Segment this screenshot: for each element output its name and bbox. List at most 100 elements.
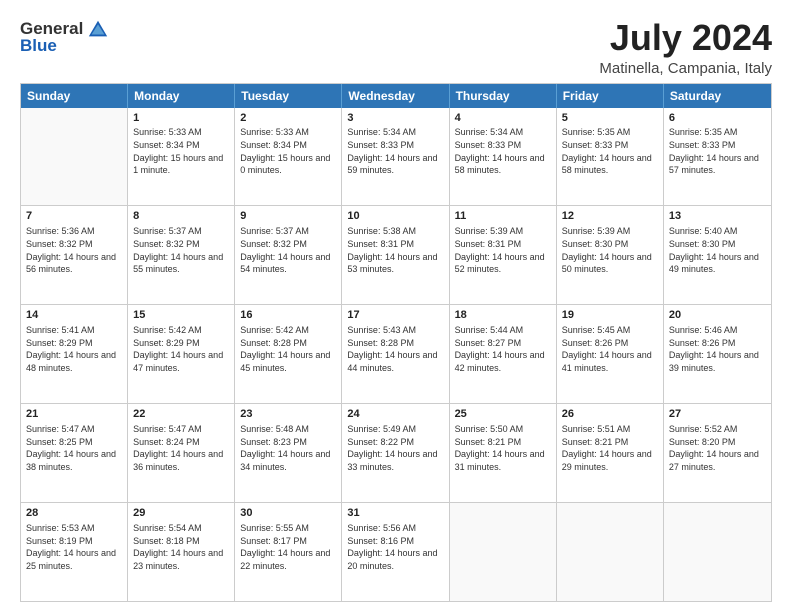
- day-number: 21: [26, 407, 122, 422]
- empty-cell-4-4: [450, 503, 557, 601]
- day-number: 1: [133, 111, 229, 126]
- day-info: Sunrise: 5:53 AM Sunset: 8:19 PM Dayligh…: [26, 522, 122, 572]
- day-number: 25: [455, 407, 551, 422]
- day-cell-9: 9Sunrise: 5:37 AM Sunset: 8:32 PM Daylig…: [235, 206, 342, 304]
- day-number: 3: [347, 111, 443, 126]
- calendar-header: SundayMondayTuesdayWednesdayThursdayFrid…: [21, 84, 771, 108]
- day-info: Sunrise: 5:39 AM Sunset: 8:31 PM Dayligh…: [455, 225, 551, 275]
- day-info: Sunrise: 5:45 AM Sunset: 8:26 PM Dayligh…: [562, 324, 658, 374]
- day-cell-14: 14Sunrise: 5:41 AM Sunset: 8:29 PM Dayli…: [21, 305, 128, 403]
- day-cell-26: 26Sunrise: 5:51 AM Sunset: 8:21 PM Dayli…: [557, 404, 664, 502]
- day-info: Sunrise: 5:48 AM Sunset: 8:23 PM Dayligh…: [240, 423, 336, 473]
- month-title: July 2024: [599, 18, 772, 58]
- day-cell-12: 12Sunrise: 5:39 AM Sunset: 8:30 PM Dayli…: [557, 206, 664, 304]
- day-cell-11: 11Sunrise: 5:39 AM Sunset: 8:31 PM Dayli…: [450, 206, 557, 304]
- day-info: Sunrise: 5:51 AM Sunset: 8:21 PM Dayligh…: [562, 423, 658, 473]
- day-number: 23: [240, 407, 336, 422]
- day-info: Sunrise: 5:37 AM Sunset: 8:32 PM Dayligh…: [133, 225, 229, 275]
- day-cell-16: 16Sunrise: 5:42 AM Sunset: 8:28 PM Dayli…: [235, 305, 342, 403]
- day-cell-28: 28Sunrise: 5:53 AM Sunset: 8:19 PM Dayli…: [21, 503, 128, 601]
- day-number: 12: [562, 209, 658, 224]
- day-number: 28: [26, 506, 122, 521]
- day-number: 18: [455, 308, 551, 323]
- day-info: Sunrise: 5:41 AM Sunset: 8:29 PM Dayligh…: [26, 324, 122, 374]
- day-number: 24: [347, 407, 443, 422]
- day-info: Sunrise: 5:46 AM Sunset: 8:26 PM Dayligh…: [669, 324, 766, 374]
- calendar-row-3: 21Sunrise: 5:47 AM Sunset: 8:25 PM Dayli…: [21, 403, 771, 502]
- weekday-header-friday: Friday: [557, 84, 664, 108]
- day-number: 22: [133, 407, 229, 422]
- day-number: 30: [240, 506, 336, 521]
- logo-blue: Blue: [20, 36, 57, 56]
- day-number: 2: [240, 111, 336, 126]
- day-info: Sunrise: 5:38 AM Sunset: 8:31 PM Dayligh…: [347, 225, 443, 275]
- day-number: 15: [133, 308, 229, 323]
- day-info: Sunrise: 5:56 AM Sunset: 8:16 PM Dayligh…: [347, 522, 443, 572]
- day-number: 9: [240, 209, 336, 224]
- title-block: July 2024 Matinella, Campania, Italy: [599, 18, 772, 77]
- day-cell-10: 10Sunrise: 5:38 AM Sunset: 8:31 PM Dayli…: [342, 206, 449, 304]
- logo: General Blue: [20, 18, 109, 56]
- day-number: 17: [347, 308, 443, 323]
- weekday-header-thursday: Thursday: [450, 84, 557, 108]
- weekday-header-wednesday: Wednesday: [342, 84, 449, 108]
- day-cell-2: 2Sunrise: 5:33 AM Sunset: 8:34 PM Daylig…: [235, 108, 342, 206]
- location: Matinella, Campania, Italy: [599, 60, 772, 77]
- day-number: 29: [133, 506, 229, 521]
- day-cell-19: 19Sunrise: 5:45 AM Sunset: 8:26 PM Dayli…: [557, 305, 664, 403]
- day-cell-4: 4Sunrise: 5:34 AM Sunset: 8:33 PM Daylig…: [450, 108, 557, 206]
- day-number: 14: [26, 308, 122, 323]
- weekday-header-sunday: Sunday: [21, 84, 128, 108]
- day-number: 13: [669, 209, 766, 224]
- day-info: Sunrise: 5:34 AM Sunset: 8:33 PM Dayligh…: [347, 126, 443, 176]
- empty-cell-0-0: [21, 108, 128, 206]
- day-cell-3: 3Sunrise: 5:34 AM Sunset: 8:33 PM Daylig…: [342, 108, 449, 206]
- day-number: 10: [347, 209, 443, 224]
- day-number: 26: [562, 407, 658, 422]
- day-number: 11: [455, 209, 551, 224]
- empty-cell-4-6: [664, 503, 771, 601]
- day-info: Sunrise: 5:52 AM Sunset: 8:20 PM Dayligh…: [669, 423, 766, 473]
- day-cell-6: 6Sunrise: 5:35 AM Sunset: 8:33 PM Daylig…: [664, 108, 771, 206]
- day-info: Sunrise: 5:34 AM Sunset: 8:33 PM Dayligh…: [455, 126, 551, 176]
- calendar: SundayMondayTuesdayWednesdayThursdayFrid…: [20, 83, 772, 602]
- day-info: Sunrise: 5:37 AM Sunset: 8:32 PM Dayligh…: [240, 225, 336, 275]
- logo-icon: [87, 18, 109, 40]
- day-number: 31: [347, 506, 443, 521]
- calendar-row-0: 1 Sunrise: 5:33 AM Sunset: 8:34 PM Daylig…: [21, 108, 771, 206]
- day-cell-21: 21Sunrise: 5:47 AM Sunset: 8:25 PM Dayli…: [21, 404, 128, 502]
- day-info: Sunrise: 5:47 AM Sunset: 8:24 PM Dayligh…: [133, 423, 229, 473]
- day-info: Sunrise: 5:55 AM Sunset: 8:17 PM Dayligh…: [240, 522, 336, 572]
- day-cell-23: 23Sunrise: 5:48 AM Sunset: 8:23 PM Dayli…: [235, 404, 342, 502]
- header: General Blue July 2024 Matinella, Campan…: [20, 18, 772, 77]
- day-cell-13: 13Sunrise: 5:40 AM Sunset: 8:30 PM Dayli…: [664, 206, 771, 304]
- day-cell-17: 17Sunrise: 5:43 AM Sunset: 8:28 PM Dayli…: [342, 305, 449, 403]
- day-info: Sunrise: 5:50 AM Sunset: 8:21 PM Dayligh…: [455, 423, 551, 473]
- day-number: 6: [669, 111, 766, 126]
- day-info: Sunrise: 5:42 AM Sunset: 8:28 PM Dayligh…: [240, 324, 336, 374]
- day-info: Sunrise: 5:36 AM Sunset: 8:32 PM Dayligh…: [26, 225, 122, 275]
- day-cell-7: 7Sunrise: 5:36 AM Sunset: 8:32 PM Daylig…: [21, 206, 128, 304]
- day-number: 8: [133, 209, 229, 224]
- day-info: Sunrise: 5:47 AM Sunset: 8:25 PM Dayligh…: [26, 423, 122, 473]
- day-cell-30: 30Sunrise: 5:55 AM Sunset: 8:17 PM Dayli…: [235, 503, 342, 601]
- weekday-header-saturday: Saturday: [664, 84, 771, 108]
- day-number: 4: [455, 111, 551, 126]
- day-info: Sunrise: 5:33 AM Sunset: 8:34 PM Dayligh…: [240, 126, 336, 176]
- day-info: Sunrise: 5:40 AM Sunset: 8:30 PM Dayligh…: [669, 225, 766, 275]
- day-info: Sunrise: 5:43 AM Sunset: 8:28 PM Dayligh…: [347, 324, 443, 374]
- day-cell-20: 20Sunrise: 5:46 AM Sunset: 8:26 PM Dayli…: [664, 305, 771, 403]
- day-info: Sunrise: 5:35 AM Sunset: 8:33 PM Dayligh…: [562, 126, 658, 176]
- day-info: Sunrise: 5:35 AM Sunset: 8:33 PM Dayligh…: [669, 126, 766, 176]
- day-cell-1: 1Sunrise: 5:33 AM Sunset: 8:34 PM Daylig…: [128, 108, 235, 206]
- calendar-row-4: 28Sunrise: 5:53 AM Sunset: 8:19 PM Dayli…: [21, 502, 771, 601]
- weekday-header-monday: Monday: [128, 84, 235, 108]
- day-cell-31: 31Sunrise: 5:56 AM Sunset: 8:16 PM Dayli…: [342, 503, 449, 601]
- page: General Blue July 2024 Matinella, Campan…: [0, 0, 792, 612]
- calendar-body: 1 Sunrise: 5:33 AM Sunset: 8:34 PM Daylig…: [21, 108, 771, 601]
- day-number: 5: [562, 111, 658, 126]
- day-cell-5: 5Sunrise: 5:35 AM Sunset: 8:33 PM Daylig…: [557, 108, 664, 206]
- day-cell-8: 8Sunrise: 5:37 AM Sunset: 8:32 PM Daylig…: [128, 206, 235, 304]
- day-cell-18: 18Sunrise: 5:44 AM Sunset: 8:27 PM Dayli…: [450, 305, 557, 403]
- day-info: Sunrise: 5:54 AM Sunset: 8:18 PM Dayligh…: [133, 522, 229, 572]
